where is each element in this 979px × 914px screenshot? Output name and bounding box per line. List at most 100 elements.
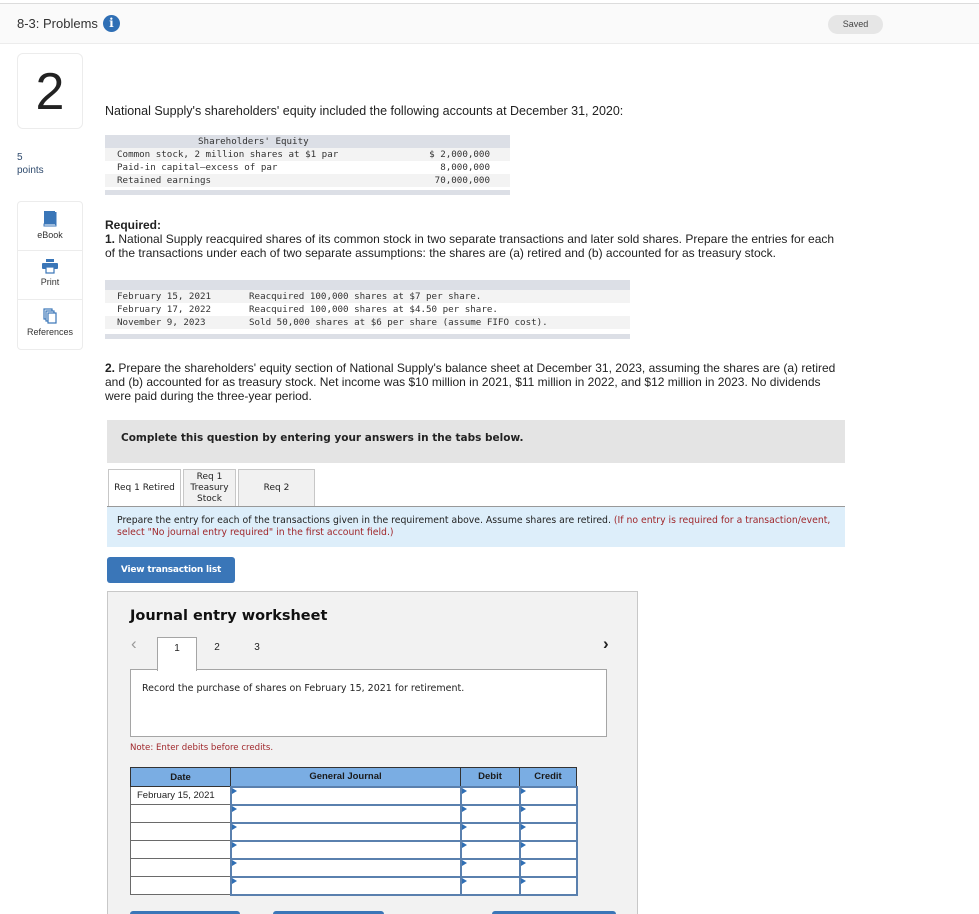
- ebook-button[interactable]: eBook: [18, 202, 82, 251]
- transaction-date: February 17, 2022: [117, 304, 212, 315]
- points-label: points: [17, 165, 44, 176]
- transaction-date: February 15, 2021: [117, 291, 212, 302]
- tab-instructions: Prepare the entry for each of the transa…: [107, 507, 845, 547]
- journal-header-row: Date General Journal Debit Credit: [130, 767, 577, 787]
- saved-status-badge: Saved: [828, 15, 883, 34]
- debit-input[interactable]: [459, 821, 521, 842]
- req2-number: 2.: [105, 361, 116, 375]
- equity-row-label: Retained earnings: [117, 175, 212, 186]
- account-select[interactable]: [229, 821, 462, 842]
- ebook-label: eBook: [37, 230, 63, 240]
- worksheet-prompt-box: Record the purchase of shares on Februar…: [130, 669, 607, 737]
- question-number: 2: [17, 53, 83, 129]
- equity-row: Common stock, 2 million shares at $1 par…: [105, 148, 510, 161]
- debit-input[interactable]: [459, 875, 521, 896]
- account-select[interactable]: [229, 803, 462, 824]
- copy-pages-icon: [43, 308, 57, 324]
- info-icon[interactable]: i: [102, 15, 120, 32]
- printer-icon: [42, 259, 58, 274]
- credit-input[interactable]: [518, 785, 578, 806]
- journal-date-cell: [130, 858, 231, 877]
- tab-req1-retired[interactable]: Req 1 Retired: [108, 469, 181, 507]
- question-tools: eBook Print References: [17, 201, 83, 350]
- col-debit: Debit: [460, 767, 520, 787]
- credit-input[interactable]: [518, 839, 578, 860]
- account-select[interactable]: [229, 785, 462, 806]
- journal-date-cell: [130, 840, 231, 859]
- requirement-tabs: Req 1 Retired Req 1 Treasury Stock Req 2: [108, 469, 317, 507]
- required-heading: Required:: [105, 218, 162, 232]
- assignment-title: 8-3: Problems: [17, 16, 98, 31]
- worksheet-page-1[interactable]: 1: [157, 637, 197, 671]
- journal-table: Date General Journal Debit Credit Februa…: [130, 767, 578, 896]
- points-value: 5: [17, 152, 23, 163]
- worksheet-page-3[interactable]: 3: [237, 637, 277, 669]
- equity-row: Paid-in capital—excess of par 8,000,000: [105, 161, 510, 174]
- req1-number: 1.: [105, 232, 116, 246]
- journal-date-cell: February 15, 2021: [130, 786, 231, 805]
- assignment-title-group: 8-3: Problems i: [17, 15, 120, 32]
- credit-input[interactable]: [518, 803, 578, 824]
- credit-input[interactable]: [518, 857, 578, 878]
- credit-input[interactable]: [518, 821, 578, 842]
- credit-input[interactable]: [518, 875, 578, 896]
- print-label: Print: [40, 277, 60, 287]
- transaction-row: November 9, 2023 Sold 50,000 shares at $…: [105, 316, 630, 329]
- worksheet-page-2[interactable]: 2: [197, 637, 237, 669]
- account-select[interactable]: [229, 875, 462, 896]
- references-button[interactable]: References: [18, 300, 82, 349]
- req1-text: National Supply reacquired shares of its…: [105, 232, 835, 260]
- debit-input[interactable]: [459, 785, 521, 806]
- requirement-2: 2. Prepare the shareholders' equity sect…: [105, 361, 845, 403]
- equity-row-label: Common stock, 2 million shares at $1 par: [117, 149, 339, 160]
- tab-req2[interactable]: Req 2: [238, 469, 315, 506]
- journal-row: [130, 821, 578, 842]
- intro-text: National Supply's shareholders' equity i…: [105, 104, 624, 118]
- tab-req1-treasury-stock[interactable]: Req 1 Treasury Stock: [183, 469, 236, 506]
- transactions-table-header: [105, 280, 630, 290]
- transaction-date: November 9, 2023: [117, 317, 206, 328]
- transaction-desc: Sold 50,000 shares at $6 per share (assu…: [249, 317, 548, 328]
- journal-row: February 15, 2021: [130, 785, 578, 806]
- worksheet-prompt: Record the purchase of shares on Februar…: [142, 683, 465, 694]
- debit-input[interactable]: [459, 839, 521, 860]
- instruction-text: Complete this question by entering your …: [121, 432, 524, 444]
- journal-date-cell: [130, 804, 231, 823]
- account-select[interactable]: [229, 839, 462, 860]
- debit-input[interactable]: [459, 857, 521, 878]
- transaction-desc: Reacquired 100,000 shares at $7 per shar…: [249, 291, 482, 302]
- equity-row-value: $ 2,000,000: [429, 149, 490, 160]
- chevron-right-icon[interactable]: ›: [603, 634, 609, 654]
- worksheet-note: Note: Enter debits before credits.: [130, 743, 274, 753]
- print-button[interactable]: Print: [18, 251, 82, 300]
- journal-row: [130, 803, 578, 824]
- col-general-journal: General Journal: [230, 767, 461, 787]
- tab-instructions-text: Prepare the entry for each of the transa…: [117, 515, 611, 526]
- requirement-1: Required: 1. National Supply reacquired …: [105, 218, 845, 260]
- chevron-left-icon[interactable]: ‹: [131, 634, 137, 654]
- debit-input[interactable]: [459, 803, 521, 824]
- equity-row: Retained earnings 70,000,000: [105, 174, 510, 187]
- book-icon: [43, 211, 57, 227]
- req2-text: Prepare the shareholders' equity section…: [105, 361, 836, 403]
- journal-date-cell: [130, 822, 231, 841]
- account-select[interactable]: [229, 857, 462, 878]
- equity-row-label: Paid-in capital—excess of par: [117, 162, 278, 173]
- journal-date-cell: [130, 876, 231, 895]
- transactions-table-footer: [105, 334, 630, 339]
- view-transaction-list-button[interactable]: View transaction list: [107, 557, 235, 583]
- journal-entry-worksheet: Journal entry worksheet ‹ 1 2 3 › Record…: [107, 591, 638, 914]
- col-credit: Credit: [519, 767, 577, 787]
- transactions-table: February 15, 2021 Reacquired 100,000 sha…: [105, 280, 630, 339]
- assignment-header: 8-3: Problems i Saved: [0, 3, 979, 44]
- transaction-row: February 15, 2021 Reacquired 100,000 sha…: [105, 290, 630, 303]
- equity-table-header: Shareholders' Equity: [105, 135, 510, 148]
- worksheet-pagination: 1 2 3: [157, 637, 277, 671]
- transactions-table-body: February 15, 2021 Reacquired 100,000 sha…: [105, 290, 630, 329]
- equity-row-value: 70,000,000: [434, 175, 490, 186]
- journal-row: [130, 875, 578, 896]
- worksheet-title: Journal entry worksheet: [130, 608, 328, 624]
- transaction-desc: Reacquired 100,000 shares at $4.50 per s…: [249, 304, 498, 315]
- instruction-bar: Complete this question by entering your …: [107, 420, 845, 463]
- references-label: References: [26, 327, 74, 337]
